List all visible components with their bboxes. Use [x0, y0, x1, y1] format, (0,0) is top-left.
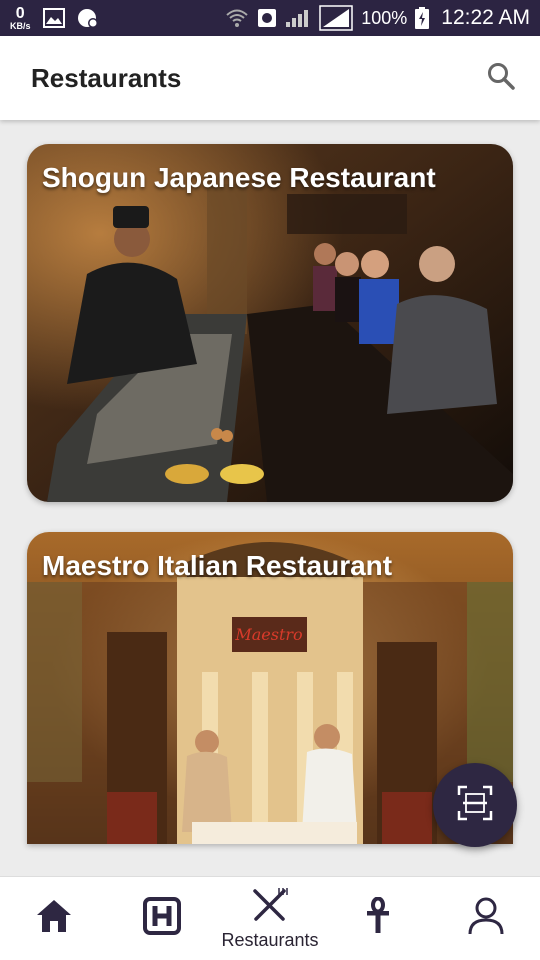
notification-dot-icon — [77, 8, 99, 28]
network-speed: 0 KB/s — [10, 4, 31, 31]
battery-charging-icon — [415, 7, 430, 29]
person-icon — [467, 896, 505, 941]
bottom-navigation: Restaurants — [0, 876, 540, 960]
restaurant-photo-shogun — [27, 144, 513, 502]
network-speed-unit: KB/s — [10, 20, 31, 31]
hotel-icon — [143, 897, 181, 940]
nav-item-profile[interactable] — [432, 877, 540, 960]
restaurant-card-shogun[interactable]: Shogun Japanese Restaurant — [27, 144, 513, 502]
nav-item-restaurants[interactable]: Restaurants — [216, 877, 324, 960]
restaurant-icon — [251, 887, 289, 928]
clock: 12:22 AM — [441, 6, 530, 29]
nav-label-restaurants: Restaurants — [221, 929, 319, 950]
gallery-icon — [42, 8, 65, 28]
nav-item-home[interactable] — [0, 877, 108, 960]
status-bar: 0 KB/s 100% 12:22 AM — [0, 0, 540, 36]
scan-icon — [455, 783, 495, 828]
ankh-icon — [365, 896, 391, 940]
page-title: Restaurants — [31, 62, 182, 93]
wifi-icon — [225, 8, 249, 28]
signal-icon — [285, 8, 311, 28]
home-icon — [35, 898, 73, 939]
restaurant-name: Shogun Japanese Restaurant — [42, 162, 436, 193]
battery-percent: 100% — [361, 7, 408, 28]
nav-item-sights[interactable] — [324, 877, 432, 960]
scan-button[interactable] — [433, 763, 517, 847]
restaurant-name: Maestro Italian Restaurant — [42, 550, 393, 581]
nav-item-hotels[interactable] — [108, 877, 216, 960]
signal-icon-2 — [319, 5, 353, 31]
search-icon[interactable] — [486, 61, 516, 96]
network-speed-value: 0 — [15, 4, 25, 22]
svg-text:Maestro: Maestro — [234, 625, 302, 644]
vpn-icon — [257, 8, 277, 28]
app-bar: Restaurants — [0, 36, 540, 120]
